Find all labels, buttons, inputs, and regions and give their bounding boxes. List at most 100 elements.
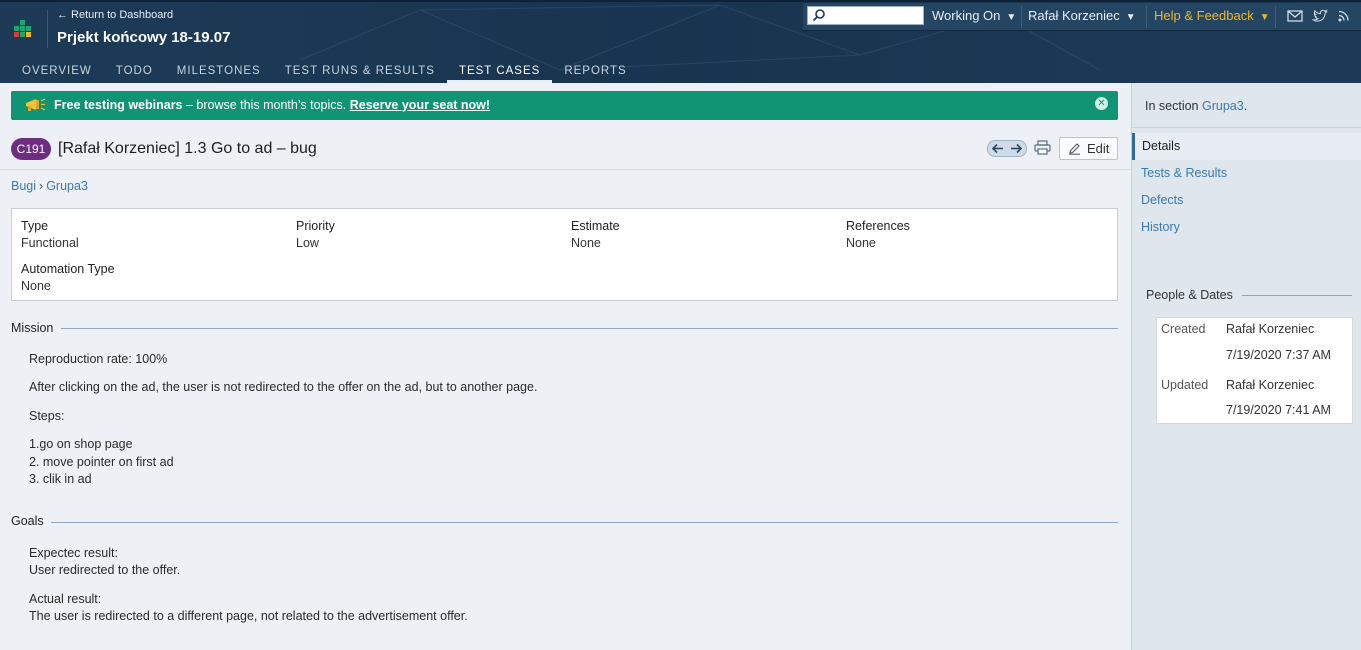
arrow-right-icon[interactable] bbox=[1007, 141, 1025, 156]
goals-line: The user is redirected to a different pa… bbox=[29, 609, 468, 623]
app-logo[interactable] bbox=[14, 20, 36, 42]
breadcrumb-root-link[interactable]: Bugi bbox=[11, 179, 36, 193]
in-section-suffix: . bbox=[1243, 99, 1248, 113]
case-id-badge: C191 bbox=[11, 138, 51, 160]
top-toolbar: Working On ▼ Rafał Korzeniec ▼ Help & Feed… bbox=[803, 3, 1361, 31]
updated-at: 7/19/2020 7:41 AM bbox=[1226, 403, 1331, 417]
breadcrumb-separator: › bbox=[39, 179, 44, 193]
in-section-text: In section Grupa3. bbox=[1145, 99, 1247, 113]
mission-heading: Mission bbox=[11, 321, 54, 335]
mission-step: 2. move pointer on first ad bbox=[29, 455, 174, 469]
banner-bold-text: Free testing webinars bbox=[54, 98, 183, 112]
tab-todo[interactable]: TODO bbox=[104, 60, 165, 83]
created-at: 7/19/2020 7:37 AM bbox=[1226, 348, 1331, 362]
user-menu-dropdown[interactable]: Rafał Korzeniec ▼ bbox=[1028, 8, 1136, 23]
banner-body-text: – browse this month’s topics. bbox=[182, 98, 350, 112]
help-feedback-dropdown[interactable]: Help & Feedback ▼ bbox=[1154, 8, 1270, 23]
updated-by: Rafał Korzeniec bbox=[1226, 378, 1315, 392]
tab-reports[interactable]: REPORTS bbox=[552, 60, 638, 83]
in-section-link[interactable]: Grupa3 bbox=[1202, 99, 1244, 113]
search-input[interactable] bbox=[807, 6, 924, 25]
reserve-seat-link[interactable]: Reserve your seat now! bbox=[350, 98, 490, 112]
people-dates-divider bbox=[1242, 295, 1352, 296]
twitter-icon[interactable] bbox=[1312, 9, 1328, 23]
rss-icon[interactable] bbox=[1337, 9, 1353, 23]
goals-line: Actual result: bbox=[29, 592, 102, 606]
project-title: Prjekt końcowy 18-19.07 bbox=[57, 29, 231, 46]
sidebar-divider bbox=[1132, 127, 1361, 128]
field-automation-label: Automation Type bbox=[21, 262, 115, 276]
goals-line: Expectec result: bbox=[29, 546, 118, 560]
toolbar-separator bbox=[1146, 6, 1147, 28]
toolbar-separator bbox=[1275, 6, 1276, 28]
field-estimate-value: None bbox=[571, 236, 601, 250]
sidebar-item-details[interactable]: Details bbox=[1132, 133, 1361, 160]
field-priority-label: Priority bbox=[296, 219, 335, 233]
in-section-prefix: In section bbox=[1145, 99, 1202, 113]
people-dates-box: Created Rafał Korzeniec 7/19/2020 7:37 A… bbox=[1156, 317, 1353, 424]
mission-line: Reproduction rate: 100% bbox=[29, 352, 168, 366]
tab-milestones[interactable]: MILESTONES bbox=[165, 60, 273, 83]
chevron-down-icon: ▼ bbox=[1125, 12, 1136, 23]
updated-label: Updated bbox=[1161, 378, 1209, 392]
header-divider bbox=[47, 10, 48, 48]
right-sidebar: In section Grupa3. Details Tests & Resul… bbox=[1131, 83, 1361, 650]
banner-close-icon[interactable]: ✕ bbox=[1095, 97, 1108, 110]
sidebar-nav: Details Tests & Results Defects History bbox=[1132, 133, 1361, 241]
field-references-value: None bbox=[846, 236, 876, 250]
case-title: [Rafał Korzeniec] 1.3 Go to ad – bug bbox=[58, 140, 317, 157]
megaphone-icon bbox=[26, 98, 46, 111]
field-type: Type Functional bbox=[21, 219, 79, 250]
tab-test-cases[interactable]: TEST CASES bbox=[446, 60, 553, 83]
created-by: Rafał Korzeniec bbox=[1226, 322, 1315, 336]
working-on-dropdown[interactable]: Working On ▼ bbox=[932, 8, 1016, 23]
case-fields-box: Type Functional Priority Low Estimate No… bbox=[11, 208, 1118, 301]
help-label: Help & Feedback bbox=[1154, 8, 1254, 23]
field-references: References None bbox=[846, 219, 910, 250]
field-type-label: Type bbox=[21, 219, 49, 233]
mission-step: 1.go on shop page bbox=[29, 437, 133, 451]
field-type-value: Functional bbox=[21, 236, 79, 250]
field-estimate: Estimate None bbox=[571, 219, 620, 250]
banner-text: Free testing webinars – browse this mont… bbox=[54, 98, 490, 112]
toolbar-separator bbox=[1021, 6, 1022, 28]
working-on-label: Working On bbox=[932, 8, 1001, 23]
app-header: ← Return to Dashboard Prjekt końcowy 18-… bbox=[0, 0, 1361, 83]
people-dates-heading: People & Dates bbox=[1146, 288, 1233, 302]
chevron-down-icon: ▼ bbox=[1006, 12, 1017, 23]
goals-heading: Goals bbox=[11, 514, 44, 528]
arrow-left-icon[interactable] bbox=[989, 141, 1007, 156]
mail-icon[interactable] bbox=[1287, 9, 1303, 23]
breadcrumb: Bugi › Grupa3 bbox=[11, 179, 88, 193]
breadcrumb-leaf-link[interactable]: Grupa3 bbox=[46, 179, 88, 193]
mission-line: After clicking on the ad, the user is no… bbox=[29, 380, 538, 394]
mission-line: Steps: bbox=[29, 409, 65, 423]
sidebar-item-defects[interactable]: Defects bbox=[1132, 187, 1361, 214]
field-priority-value: Low bbox=[296, 236, 319, 250]
sidebar-item-history[interactable]: History bbox=[1132, 214, 1361, 241]
mission-step: 3. clik in ad bbox=[29, 472, 92, 486]
mission-divider bbox=[61, 328, 1118, 329]
field-priority: Priority Low bbox=[296, 219, 335, 250]
field-automation-value: None bbox=[21, 279, 51, 293]
field-automation-type: Automation Type None bbox=[21, 262, 115, 293]
webinar-banner: Free testing webinars – browse this mont… bbox=[11, 91, 1118, 120]
field-references-label: References bbox=[846, 219, 910, 233]
chevron-down-icon: ▼ bbox=[1259, 12, 1270, 23]
edit-button[interactable]: Edit bbox=[1059, 137, 1118, 160]
tab-test-runs-results[interactable]: TEST RUNS & RESULTS bbox=[273, 60, 447, 83]
field-estimate-label: Estimate bbox=[571, 219, 620, 233]
goals-divider bbox=[51, 522, 1118, 523]
pencil-icon bbox=[1069, 143, 1080, 155]
search-icon bbox=[812, 9, 825, 22]
sidebar-item-tests-results[interactable]: Tests & Results bbox=[1132, 160, 1361, 187]
return-to-dashboard-link[interactable]: ← Return to Dashboard bbox=[57, 9, 173, 21]
goals-line: User redirected to the offer. bbox=[29, 563, 181, 577]
main-nav: OVERVIEW TODO MILESTONES TEST RUNS & RES… bbox=[10, 60, 639, 83]
created-label: Created bbox=[1161, 322, 1206, 336]
print-icon[interactable] bbox=[1034, 140, 1051, 155]
tab-overview[interactable]: OVERVIEW bbox=[10, 60, 104, 83]
case-navigation bbox=[987, 140, 1027, 157]
header-separator bbox=[0, 169, 1131, 170]
user-name: Rafał Korzeniec bbox=[1028, 8, 1120, 23]
